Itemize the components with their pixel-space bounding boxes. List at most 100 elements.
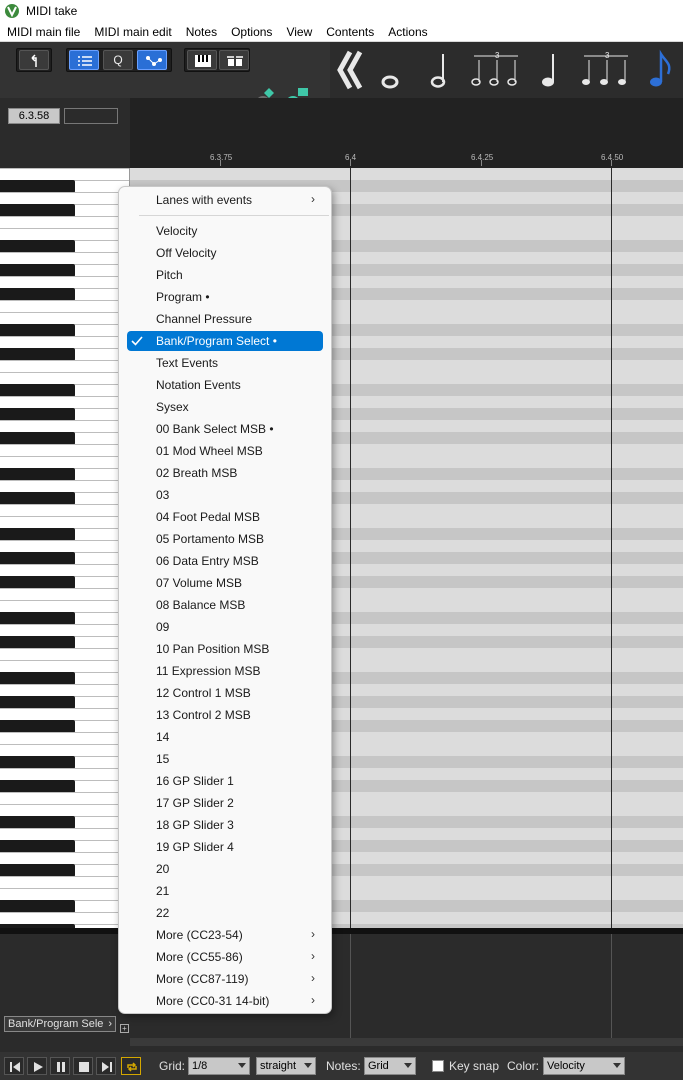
piano-keys-button[interactable] <box>187 50 217 70</box>
eighth-note-icon[interactable] <box>642 48 682 92</box>
key-divider <box>0 564 129 565</box>
half-note-triplet-icon[interactable]: 3 <box>468 48 524 92</box>
add-lane-button[interactable]: + <box>120 1024 129 1033</box>
menu-item-more[interactable]: More (CC87-119) › <box>127 969 323 989</box>
play-button[interactable] <box>27 1057 47 1075</box>
window-title: MIDI take <box>26 4 78 18</box>
menu-item[interactable]: 11 Expression MSB <box>127 661 323 681</box>
half-note-icon[interactable] <box>422 48 462 92</box>
position-secondary-field[interactable] <box>64 108 118 124</box>
menu-item[interactable]: Off Velocity <box>127 243 323 263</box>
cc-lane[interactable]: Bank/Program Sele › + <box>0 928 683 1048</box>
chevron-down-icon <box>238 1063 246 1068</box>
chevron-right-icon: › <box>311 993 315 1007</box>
key-snap-checkbox[interactable] <box>432 1060 444 1072</box>
horizontal-scrollbar[interactable] <box>130 1038 683 1046</box>
grid-type-select[interactable]: straight <box>256 1057 316 1075</box>
cc-lane-selector-label: Bank/Program Sele <box>8 1018 104 1030</box>
notes-label: Notes: <box>326 1059 361 1073</box>
stop-button[interactable] <box>73 1057 93 1075</box>
menu-item-label: Pitch <box>156 268 183 282</box>
menu-item[interactable]: Program • <box>127 287 323 307</box>
menu-item-label: 11 Expression MSB <box>156 664 261 678</box>
menu-midi-main-edit[interactable]: MIDI main edit <box>87 22 178 42</box>
menu-item[interactable]: Bank/Program Select • <box>127 331 323 351</box>
menu-item[interactable]: 01 Mod Wheel MSB <box>127 441 323 461</box>
menu-item-label: 12 Control 1 MSB <box>156 686 251 700</box>
event-list-button[interactable] <box>69 50 99 70</box>
menu-item[interactable]: 05 Portamento MSB <box>127 529 323 549</box>
menu-item[interactable]: 03 <box>127 485 323 505</box>
quarter-note-icon[interactable] <box>532 48 572 92</box>
quarter-note-triplet-icon[interactable]: 3 <box>578 48 634 92</box>
menu-item[interactable]: 10 Pan Position MSB <box>127 639 323 659</box>
ruler-tick <box>220 160 221 166</box>
chevron-down-icon <box>613 1063 621 1068</box>
menu-item-label: 03 <box>156 488 170 502</box>
snap-grid-button[interactable] <box>137 50 167 70</box>
piano-keyboard[interactable] <box>0 168 130 928</box>
menu-item[interactable]: 08 Balance MSB <box>127 595 323 615</box>
key-divider <box>0 660 129 661</box>
menu-item-more[interactable]: More (CC55-86) › <box>127 947 323 967</box>
menu-item[interactable]: 09 <box>127 617 323 637</box>
pause-button[interactable] <box>50 1057 70 1075</box>
loop-toggle-button[interactable] <box>121 1057 141 1075</box>
menu-item[interactable]: Channel Pressure <box>127 309 323 329</box>
menu-item-label: More (CC0-31 14-bit) <box>156 994 270 1008</box>
back-to-arrange-button[interactable] <box>19 50 49 70</box>
menu-contents[interactable]: Contents <box>319 22 381 42</box>
menu-item[interactable]: 13 Control 2 MSB <box>127 705 323 725</box>
menu-item[interactable]: 07 Volume MSB <box>127 573 323 593</box>
menu-item-label: 05 Portamento MSB <box>156 532 265 546</box>
menu-item[interactable]: 22 <box>127 903 323 923</box>
grid-label: Grid: <box>159 1059 186 1073</box>
menu-item[interactable]: 19 GP Slider 4 <box>127 837 323 857</box>
menu-item[interactable]: 15 <box>127 749 323 769</box>
menu-item[interactable]: Velocity <box>127 221 323 241</box>
key-divider <box>0 852 129 853</box>
menu-item[interactable]: 14 <box>127 727 323 747</box>
key-divider <box>0 744 129 745</box>
cc-lane-selector[interactable]: Bank/Program Sele › <box>4 1016 116 1032</box>
menu-item[interactable]: 17 GP Slider 2 <box>127 793 323 813</box>
status-bar: Grid: 1/8 straight Notes: Grid Key snap … <box>0 1052 683 1080</box>
menu-item-lanes-with-events[interactable]: Lanes with events › <box>127 190 323 210</box>
menu-options[interactable]: Options <box>224 22 279 42</box>
edit-cursor-position[interactable]: 6.3.58 <box>8 108 60 124</box>
menu-item[interactable]: 04 Foot Pedal MSB <box>127 507 323 527</box>
menu-item[interactable]: Notation Events <box>127 375 323 395</box>
quantize-button[interactable]: Q <box>103 50 133 70</box>
grid-division-select[interactable]: 1/8 <box>188 1057 250 1075</box>
skip-to-end-button[interactable] <box>96 1057 116 1075</box>
menu-actions[interactable]: Actions <box>381 22 434 42</box>
menu-view[interactable]: View <box>279 22 319 42</box>
menu-item[interactable]: 00 Bank Select MSB • <box>127 419 323 439</box>
pitch-row[interactable] <box>130 168 683 180</box>
menu-item-more[interactable]: More (CC0-31 14-bit) › <box>127 991 323 1011</box>
timeline-ruler[interactable]: 6.3.75 6.4 6.4.25 6.4.50 <box>130 98 683 168</box>
menu-item[interactable]: 06 Data Entry MSB <box>127 551 323 571</box>
drum-map-button[interactable] <box>219 50 249 70</box>
menu-item[interactable]: Pitch <box>127 265 323 285</box>
menu-item[interactable]: 16 GP Slider 1 <box>127 771 323 791</box>
double-chevron-left-icon[interactable] <box>332 48 372 92</box>
menu-item-more[interactable]: More (CC23-54) › <box>127 925 323 945</box>
menu-item-label: 00 Bank Select MSB • <box>156 422 274 436</box>
menu-item[interactable]: 20 <box>127 859 323 879</box>
menu-item[interactable]: 18 GP Slider 3 <box>127 815 323 835</box>
menu-item[interactable]: 21 <box>127 881 323 901</box>
menu-item[interactable]: 02 Breath MSB <box>127 463 323 483</box>
menu-item[interactable]: Sysex <box>127 397 323 417</box>
menu-item[interactable]: 12 Control 1 MSB <box>127 683 323 703</box>
cc-grid-line <box>611 934 612 1040</box>
whole-note-icon[interactable] <box>372 48 412 92</box>
color-mode-select[interactable]: Velocity <box>543 1057 625 1075</box>
menu-midi-main-file[interactable]: MIDI main file <box>0 22 87 42</box>
skip-to-start-button[interactable] <box>4 1057 24 1075</box>
cc-lane-divider[interactable] <box>0 928 683 934</box>
title-bar: MIDI take <box>0 0 683 22</box>
menu-notes[interactable]: Notes <box>179 22 224 42</box>
notes-snap-select[interactable]: Grid <box>364 1057 416 1075</box>
menu-item[interactable]: Text Events <box>127 353 323 373</box>
